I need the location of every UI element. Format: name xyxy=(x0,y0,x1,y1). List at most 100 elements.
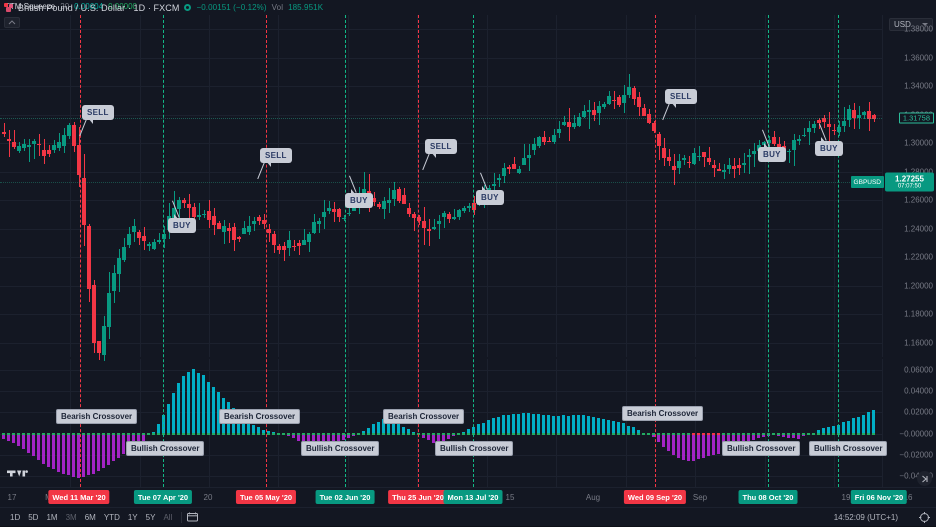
candle-body xyxy=(87,226,92,290)
buy-signal-label[interactable]: BUY xyxy=(168,214,196,233)
buy-signal-label[interactable]: BUY xyxy=(758,143,786,162)
grid-line xyxy=(348,359,349,487)
momentum-bar xyxy=(707,433,710,457)
calendar-range-icon[interactable] xyxy=(187,512,199,522)
sell-signal-label[interactable]: SELL xyxy=(665,89,697,107)
squeeze-dot xyxy=(622,432,625,436)
squeeze-dot xyxy=(712,432,715,436)
candle-body xyxy=(517,169,522,173)
bottom-toolbar[interactable]: 1D 5D 1M 3M 6M YTD 1Y 5Y All 14:52:09 (UTC+1) xyxy=(0,507,936,526)
bullish-crossover-label[interactable]: Bullish Crossover xyxy=(126,441,205,456)
candle-body xyxy=(67,125,72,137)
candle-body xyxy=(52,145,57,151)
indicator-scale[interactable]: 0.060000.040000.02000−0.00000−0.02000−0.… xyxy=(882,359,936,487)
crosshair-target-icon[interactable] xyxy=(919,508,930,527)
current-price-time: 07:07:50 xyxy=(897,183,922,190)
timeframe-all[interactable]: All xyxy=(159,512,176,523)
momentum-bar xyxy=(62,433,65,475)
sell-date-badge[interactable]: Thu 25 Jun '20 xyxy=(388,490,448,504)
candle-body xyxy=(657,133,662,147)
timeframe-3m[interactable]: 3M xyxy=(62,512,81,523)
squeeze-dot xyxy=(347,432,350,436)
timeframe-5y[interactable]: 5Y xyxy=(142,512,160,523)
candle-body xyxy=(467,206,472,208)
sell-date-badge[interactable]: Wed 11 Mar '20 xyxy=(48,490,110,504)
sell-signal-label[interactable]: SELL xyxy=(425,139,457,157)
bearish-crossover-label[interactable]: Bearish Crossover xyxy=(56,409,138,424)
buy-date-badge[interactable]: Tue 07 Apr '20 xyxy=(133,490,193,504)
buy-signal-line xyxy=(163,15,164,487)
squeeze-dot xyxy=(37,432,40,436)
candle-body xyxy=(92,285,97,343)
buy-date-badge[interactable]: Tue 02 Jun '20 xyxy=(315,490,375,504)
candle-body xyxy=(607,96,612,105)
bearish-crossover-label[interactable]: Bearish Crossover xyxy=(219,409,301,424)
time-axis[interactable]: 17Mar201815Aug17SepO19F16Wed 11 Mar '20T… xyxy=(0,487,936,507)
sell-signal-label[interactable]: SELL xyxy=(260,148,292,166)
buy-date-badge[interactable]: Fri 06 Nov '20 xyxy=(850,490,908,504)
sell-signal-label[interactable]: SELL xyxy=(82,105,114,123)
bullish-crossover-label[interactable]: Bullish Crossover xyxy=(301,441,380,456)
sell-date-badge[interactable]: Wed 09 Sep '20 xyxy=(623,490,687,504)
timeframe-6m[interactable]: 6M xyxy=(81,512,100,523)
squeeze-dot xyxy=(87,432,90,436)
timeframe-1y[interactable]: 1Y xyxy=(124,512,142,523)
candle-body xyxy=(497,177,502,181)
buy-signal-label[interactable]: BUY xyxy=(476,186,504,205)
candle-body xyxy=(117,257,122,275)
candle-body xyxy=(112,272,117,291)
grid-line xyxy=(209,15,210,357)
squeeze-dot xyxy=(202,432,205,436)
symbol-title[interactable]: British Pound / U.S. Dollar · 1D · FXCM xyxy=(18,3,179,13)
bearish-crossover-label[interactable]: Bearish Crossover xyxy=(622,406,704,421)
buy-date-badge[interactable]: Mon 13 Jul '20 xyxy=(443,490,503,504)
momentum-bar xyxy=(487,419,490,434)
timeframe-5d[interactable]: 5D xyxy=(24,512,42,523)
squeeze-dot xyxy=(17,432,20,436)
chevron-up-icon[interactable] xyxy=(4,17,20,28)
buy-signal-label[interactable]: BUY xyxy=(815,137,843,156)
squeeze-dot xyxy=(287,432,290,436)
grid-line xyxy=(0,114,882,116)
squeeze-dot xyxy=(137,432,140,436)
timeframe-ytd[interactable]: YTD xyxy=(100,512,124,523)
candle-body xyxy=(27,145,32,147)
timeframe-1d[interactable]: 1D xyxy=(6,512,24,523)
bullish-crossover-label[interactable]: Bullish Crossover xyxy=(809,441,888,456)
candle-body xyxy=(307,233,312,243)
candle-body xyxy=(142,235,147,242)
momentum-bar xyxy=(527,413,530,434)
candle-body xyxy=(152,241,157,249)
price-pane[interactable] xyxy=(0,15,882,362)
candle-body xyxy=(32,141,37,145)
bearish-crossover-label[interactable]: Bearish Crossover xyxy=(383,409,465,424)
squeeze-dot xyxy=(497,432,500,436)
squeeze-dot xyxy=(412,432,415,436)
momentum-bar xyxy=(587,415,590,434)
momentum-bar xyxy=(52,433,55,470)
squeeze-dot xyxy=(742,432,745,436)
candle-body xyxy=(427,229,432,231)
momentum-bar xyxy=(547,415,550,434)
bullish-crossover-label[interactable]: Bullish Crossover xyxy=(435,441,514,456)
squeeze-dot xyxy=(537,432,540,436)
bullish-crossover-label[interactable]: Bullish Crossover xyxy=(722,441,801,456)
squeeze-dot xyxy=(657,432,660,436)
candle-body xyxy=(722,169,727,173)
candle-body xyxy=(557,128,562,134)
buy-date-badge[interactable]: Thu 08 Oct '20 xyxy=(738,490,798,504)
current-price-badge[interactable]: 1.27255 07:07:50 xyxy=(885,172,934,192)
candle-body xyxy=(752,150,757,155)
sell-date-badge[interactable]: Tue 05 May '20 xyxy=(235,490,297,504)
grid-line xyxy=(0,314,882,316)
candle-body xyxy=(682,158,687,161)
chevron-right-icon[interactable] xyxy=(917,471,932,486)
squeeze-dot xyxy=(642,432,645,436)
momentum-bar xyxy=(22,433,25,450)
timeframe-1m[interactable]: 1M xyxy=(42,512,61,523)
momentum-bar xyxy=(92,433,95,475)
candle-body xyxy=(57,142,62,149)
squeeze-dot xyxy=(232,432,235,436)
squeeze-dot xyxy=(132,432,135,436)
buy-signal-label[interactable]: BUY xyxy=(345,189,373,208)
